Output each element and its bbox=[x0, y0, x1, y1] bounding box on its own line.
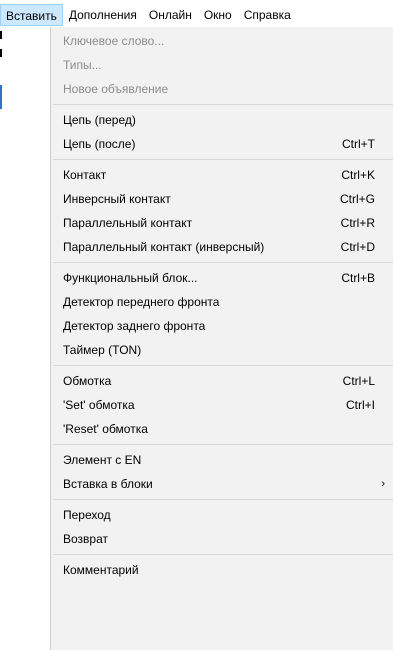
menu-item-label: Цепь (после) bbox=[63, 137, 136, 151]
background-edge-mark bbox=[0, 31, 2, 39]
menu-item-label: Параллельный контакт (инверсный) bbox=[63, 240, 265, 254]
menu-item-label: Таймер (TON) bbox=[63, 343, 142, 357]
menu-item-label: Обмотка bbox=[63, 374, 112, 388]
menu-separator bbox=[53, 499, 393, 500]
menu-item-rising-edge[interactable]: Детектор переднего фронта bbox=[51, 290, 393, 314]
menu-item-label: Новое объявление bbox=[63, 82, 169, 96]
menu-item-label: Возврат bbox=[63, 532, 108, 546]
background-edge-mark bbox=[0, 49, 2, 57]
menu-item-label: 'Reset' обмотка bbox=[63, 422, 148, 436]
menu-item-element-en[interactable]: Элемент с EN bbox=[51, 448, 393, 472]
menu-item-label: Функциональный блок... bbox=[63, 271, 198, 285]
menu-separator bbox=[53, 444, 393, 445]
menu-item-label: Вставка в блоки bbox=[63, 477, 153, 491]
menubar-insert[interactable]: Вставить bbox=[0, 3, 63, 26]
menu-item-shortcut: Ctrl+D bbox=[340, 240, 375, 254]
menu-item-coil[interactable]: Обмотка Ctrl+L bbox=[51, 369, 393, 393]
menu-item-types[interactable]: Типы... bbox=[51, 53, 393, 77]
menu-item-parallel-contact[interactable]: Параллельный контакт Ctrl+R bbox=[51, 211, 393, 235]
menu-item-label: 'Set' обмотка bbox=[63, 398, 135, 412]
menu-item-shortcut: Ctrl+K bbox=[341, 168, 375, 182]
menu-item-comment[interactable]: Комментарий bbox=[51, 558, 393, 582]
insert-dropdown-menu: Ключевое слово... Типы... Новое объявлен… bbox=[50, 27, 393, 650]
menu-item-shortcut: Ctrl+G bbox=[339, 192, 375, 206]
menu-item-negated-contact[interactable]: Инверсный контакт Ctrl+G bbox=[51, 187, 393, 211]
menu-item-timer-ton[interactable]: Таймер (TON) bbox=[51, 338, 393, 362]
background-window-edge bbox=[0, 27, 3, 650]
menu-item-label: Цепь (перед) bbox=[63, 113, 136, 127]
menu-item-label: Переход bbox=[63, 508, 111, 522]
menu-item-label: Ключевое слово... bbox=[63, 34, 165, 48]
menu-item-shortcut: Ctrl+I bbox=[345, 398, 375, 412]
menu-item-label: Элемент с EN bbox=[63, 453, 142, 467]
menu-item-set-coil[interactable]: 'Set' обмотка Ctrl+I bbox=[51, 393, 393, 417]
menubar-online[interactable]: Онлайн bbox=[143, 4, 198, 26]
menu-item-label: Инверсный контакт bbox=[63, 192, 171, 206]
menu-item-label: Детектор переднего фронта bbox=[63, 295, 220, 309]
menu-item-keyword[interactable]: Ключевое слово... bbox=[51, 29, 393, 53]
menu-item-shortcut: Ctrl+R bbox=[340, 216, 375, 230]
menu-item-shortcut: Ctrl+T bbox=[342, 137, 375, 151]
menubar-window[interactable]: Окно bbox=[198, 4, 238, 26]
menu-separator bbox=[53, 159, 393, 160]
menu-bar: Вставить Дополнения Онлайн Окно Справка bbox=[0, 0, 393, 27]
menu-item-function-block[interactable]: Функциональный блок... Ctrl+B bbox=[51, 266, 393, 290]
menu-item-shortcut: Ctrl+B bbox=[341, 271, 375, 285]
menu-item-parallel-negated-contact[interactable]: Параллельный контакт (инверсный) Ctrl+D bbox=[51, 235, 393, 259]
menu-separator bbox=[53, 262, 393, 263]
menu-item-jump[interactable]: Переход bbox=[51, 503, 393, 527]
menu-item-label: Контакт bbox=[63, 168, 107, 182]
menu-item-contact[interactable]: Контакт Ctrl+K bbox=[51, 163, 393, 187]
background-selection-mark bbox=[0, 85, 2, 109]
menubar-extras[interactable]: Дополнения bbox=[63, 4, 143, 26]
menu-item-label: Типы... bbox=[63, 58, 102, 72]
menu-item-network-before[interactable]: Цепь (перед) bbox=[51, 108, 393, 132]
menu-item-label: Детектор заднего фронта bbox=[63, 319, 206, 333]
menu-separator bbox=[53, 554, 393, 555]
menu-item-shortcut: Ctrl+L bbox=[342, 374, 375, 388]
menu-item-insert-blocks[interactable]: Вставка в блоки › bbox=[51, 472, 393, 496]
menu-item-new-declaration[interactable]: Новое объявление bbox=[51, 77, 393, 101]
menu-item-network-after[interactable]: Цепь (после) Ctrl+T bbox=[51, 132, 393, 156]
menu-item-label: Параллельный контакт bbox=[63, 216, 193, 230]
menu-separator bbox=[53, 104, 393, 105]
menu-item-reset-coil[interactable]: 'Reset' обмотка bbox=[51, 417, 393, 441]
menu-separator bbox=[53, 365, 393, 366]
menu-item-falling-edge[interactable]: Детектор заднего фронта bbox=[51, 314, 393, 338]
menu-item-return[interactable]: Возврат bbox=[51, 527, 393, 551]
menubar-help[interactable]: Справка bbox=[238, 4, 297, 26]
menu-item-label: Комментарий bbox=[63, 563, 139, 577]
chevron-right-icon: › bbox=[381, 478, 385, 490]
